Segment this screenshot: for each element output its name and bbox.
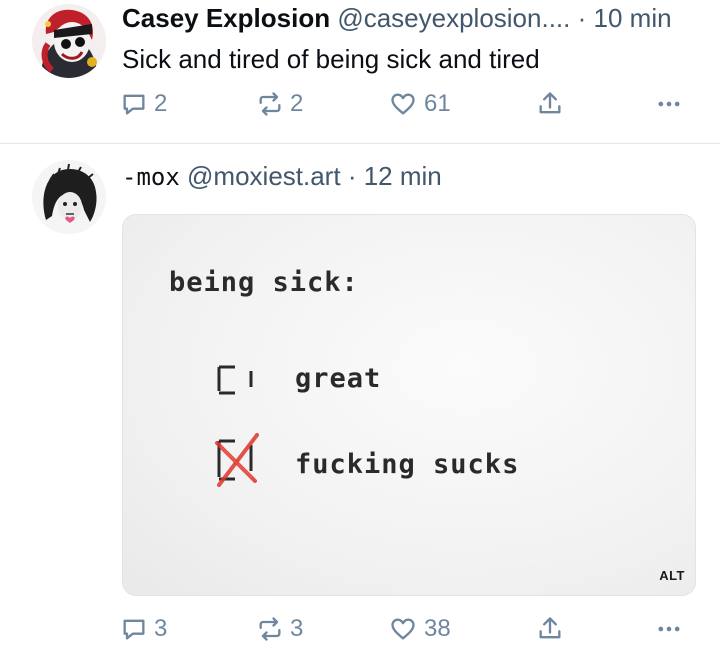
- like-count: 61: [424, 90, 451, 117]
- more-icon: [658, 626, 680, 632]
- post-timestamp[interactable]: 12 min: [364, 161, 442, 191]
- checkbox-empty-icon: [217, 365, 253, 395]
- post-actions: 3 3 38: [120, 612, 690, 646]
- like-button[interactable]: 61: [388, 87, 451, 121]
- author-avatar[interactable]: [32, 160, 106, 234]
- post-text: Sick and tired of being sick and tired: [122, 44, 540, 74]
- share-icon: [539, 617, 561, 639]
- more-options-button[interactable]: [654, 612, 684, 646]
- like-count: 38: [424, 615, 451, 642]
- separator-dot: ·: [347, 161, 357, 191]
- more-icon: [658, 101, 680, 107]
- repost-count: 2: [290, 90, 304, 117]
- feed-post[interactable]: Casey Explosion @caseyexplosion.... · 10…: [0, 0, 720, 144]
- separator-dot: ·: [577, 3, 587, 33]
- repost-count: 3: [290, 615, 304, 642]
- reply-button[interactable]: 2: [120, 87, 167, 121]
- heart-icon: [391, 618, 415, 640]
- image-option-great: great: [295, 363, 382, 394]
- share-button[interactable]: [536, 612, 564, 646]
- post-image[interactable]: being sick: great fucking sucks ALT: [122, 214, 696, 596]
- reply-icon: [123, 94, 145, 115]
- reply-icon: [123, 619, 145, 640]
- repost-icon: [259, 617, 281, 641]
- image-heading-text: being sick:: [169, 267, 359, 298]
- repost-button[interactable]: 3: [256, 612, 303, 646]
- share-button[interactable]: [536, 87, 564, 121]
- reply-count: 2: [154, 90, 168, 117]
- avatar-sketch-icon: [32, 160, 106, 234]
- alt-text-badge[interactable]: ALT: [659, 568, 685, 583]
- author-display-name[interactable]: -mox: [122, 163, 180, 191]
- author-avatar[interactable]: [32, 4, 106, 78]
- reply-button[interactable]: 3: [120, 612, 167, 646]
- image-option-sucks: fucking sucks: [295, 449, 520, 480]
- feed-post[interactable]: -mox @moxiest.art · 12 min being sick: g…: [0, 144, 720, 662]
- checkbox-checked-icon: [215, 433, 259, 487]
- post-actions: 2 2 61: [120, 87, 690, 121]
- author-handle[interactable]: @moxiest.art: [187, 161, 341, 191]
- like-button[interactable]: 38: [388, 612, 451, 646]
- author-display-name[interactable]: Casey Explosion: [122, 3, 330, 33]
- share-icon: [539, 92, 561, 114]
- more-options-button[interactable]: [654, 87, 684, 121]
- repost-icon: [259, 92, 281, 116]
- avatar-cartoon-icon: [32, 4, 106, 78]
- heart-icon: [391, 93, 415, 115]
- reply-count: 3: [154, 615, 168, 642]
- author-handle[interactable]: @caseyexplosion....: [337, 3, 570, 33]
- post-header: Casey Explosion @caseyexplosion.... · 10…: [122, 2, 672, 34]
- repost-button[interactable]: 2: [256, 87, 303, 121]
- post-timestamp[interactable]: 10 min: [594, 3, 672, 33]
- post-header: -mox @moxiest.art · 12 min: [122, 160, 442, 193]
